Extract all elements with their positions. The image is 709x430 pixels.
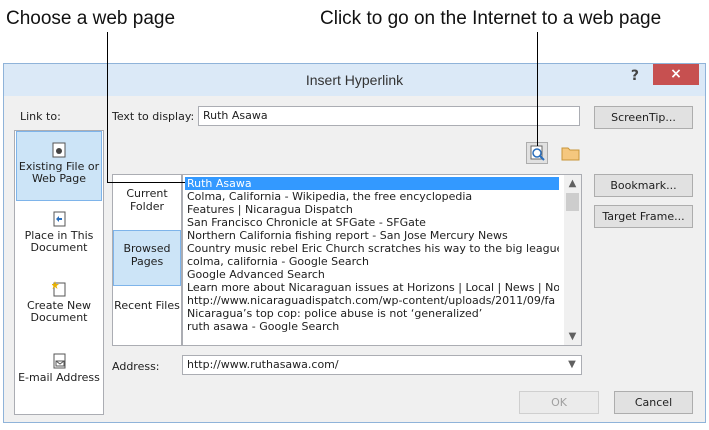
screentip-button[interactable]: ScreenTip... — [594, 106, 693, 129]
link-to-email-address-label: E-mail Address — [18, 371, 100, 384]
list-item[interactable]: Country music rebel Eric Church scratche… — [185, 242, 559, 255]
text-to-display-input[interactable]: Ruth Asawa — [198, 106, 580, 126]
help-button[interactable]: ? — [631, 68, 639, 84]
cancel-button[interactable]: Cancel — [614, 391, 693, 414]
list-item[interactable]: San Francisco Chronicle at SFGate - SFGa… — [185, 216, 559, 229]
existing-file-icon — [52, 142, 66, 158]
link-to-label: Link to: — [20, 110, 61, 123]
source-selector: Current Folder Browsed Pages Recent File… — [112, 174, 182, 346]
link-to-email-address[interactable]: E-mail Address — [16, 353, 102, 409]
list-scrollbar[interactable]: ▲ ▼ — [564, 175, 581, 345]
link-to-place-in-document[interactable]: Place in This Document — [16, 211, 102, 267]
list-item[interactable]: http://www.nicaraguadispatch.com/wp-cont… — [185, 294, 559, 307]
place-in-document-icon — [53, 211, 66, 227]
scroll-up-icon[interactable]: ▲ — [564, 175, 581, 192]
callout-line-left-horizontal — [107, 182, 185, 183]
callout-choose-web-page: Choose a web page — [6, 8, 176, 29]
source-recent-files[interactable]: Recent Files — [113, 299, 181, 329]
link-to-place-in-document-label: Place in This Document — [24, 229, 94, 254]
text-to-display-label: Text to display: — [112, 110, 195, 123]
list-item[interactable]: Learn more about Nicaraguan issues at Ho… — [185, 281, 559, 294]
list-item[interactable]: ruth asawa - Google Search — [185, 320, 559, 333]
list-item[interactable]: Features | Nicaragua Dispatch — [185, 203, 559, 216]
bookmark-button[interactable]: Bookmark... — [594, 174, 693, 197]
list-item[interactable]: Northern California fishing report - San… — [185, 229, 559, 242]
source-current-folder[interactable]: Current Folder — [113, 187, 181, 217]
browse-file-icon — [561, 147, 580, 161]
address-label: Address: — [112, 360, 160, 373]
scroll-thumb[interactable] — [566, 193, 579, 211]
list-item[interactable]: Google Advanced Search — [185, 268, 559, 281]
list-item[interactable]: Nicaragua’s top cop: police abuse is not… — [185, 307, 559, 320]
title-bar: Insert Hyperlink ? × — [4, 64, 705, 96]
address-dropdown-icon[interactable]: ▼ — [563, 356, 581, 374]
ok-button[interactable]: OK — [519, 391, 599, 414]
link-to-existing-file-label: Existing File or Web Page — [18, 160, 100, 185]
dialog-title: Insert Hyperlink — [305, 72, 404, 88]
browse-file-button[interactable] — [559, 142, 583, 164]
callout-line-right-vertical — [537, 32, 538, 146]
link-to-panel: Existing File or Web Page Place in This … — [14, 130, 104, 415]
email-icon — [53, 353, 66, 369]
link-to-existing-file[interactable]: Existing File or Web Page — [16, 131, 102, 201]
address-input[interactable]: http://www.ruthasawa.com/ — [182, 355, 582, 375]
callout-line-left-vertical — [107, 32, 108, 183]
scroll-down-icon[interactable]: ▼ — [564, 328, 581, 345]
list-item[interactable]: Colma, California - Wikipedia, the free … — [185, 190, 559, 203]
target-frame-button[interactable]: Target Frame... — [594, 205, 693, 228]
list-item[interactable]: Ruth Asawa — [185, 177, 559, 190]
insert-hyperlink-dialog: Insert Hyperlink ? × Link to: Existing F… — [3, 63, 706, 423]
callout-go-internet: Click to go on the Internet to a web pag… — [320, 8, 662, 29]
link-to-create-new-document[interactable]: Create New Document — [16, 281, 102, 337]
new-document-icon — [52, 281, 66, 297]
source-browsed-pages[interactable]: Browsed Pages — [113, 230, 181, 286]
browse-web-icon — [530, 145, 545, 161]
list-item[interactable]: colma, california - Google Search — [185, 255, 559, 268]
link-to-create-new-document-label: Create New Document — [26, 299, 92, 324]
close-button[interactable]: × — [653, 64, 699, 85]
browsed-pages-list[interactable]: Ruth Asawa Colma, California - Wikipedia… — [182, 174, 582, 346]
